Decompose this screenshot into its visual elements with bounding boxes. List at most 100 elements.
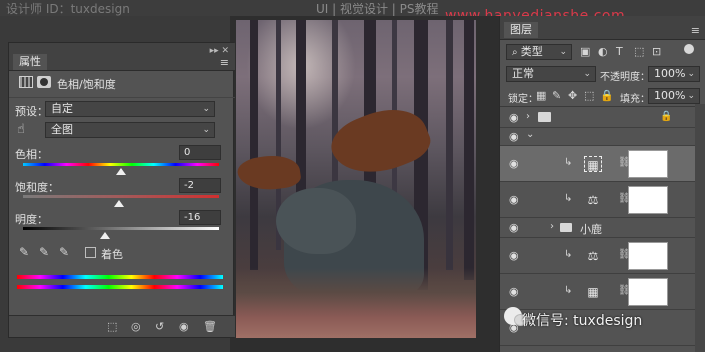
eye-icon[interactable]: ◉ — [509, 249, 519, 262]
eye-icon[interactable]: ◉ — [509, 111, 519, 124]
mask-icon — [37, 76, 51, 88]
lock-icon: 🔒 — [660, 111, 673, 122]
filter-type-icon[interactable]: T — [616, 45, 623, 58]
chevron-down-icon: ⌄ — [559, 47, 567, 57]
layer-row[interactable]: ◉ › 🔒 — [500, 108, 705, 128]
lock-brush-icon[interactable]: ✎ — [552, 89, 561, 102]
panel-menu-icon[interactable]: ≡ — [220, 56, 229, 69]
filter-pixel-icon[interactable]: ▣ — [580, 45, 590, 58]
opacity-label: 不透明度： — [600, 72, 650, 83]
chevron-right-icon[interactable]: › — [526, 111, 530, 122]
layer-filter-dropdown[interactable]: ⌕ 类型 ⌄ — [506, 44, 572, 60]
eye-icon[interactable]: ◉ — [509, 193, 519, 206]
fill-label: 填充： — [620, 94, 650, 105]
lightness-slider-track[interactable] — [23, 227, 219, 230]
eyedropper-plus-icon[interactable]: ✎ — [39, 245, 49, 259]
hue-slider-thumb[interactable] — [116, 168, 126, 175]
tree-trunk — [464, 20, 474, 280]
fill-field[interactable]: 100% ⌄ — [648, 88, 700, 104]
layer-row[interactable]: ◉ ⌄ — [500, 128, 705, 146]
designer-id-watermark: 设计师 ID：tuxdesign — [6, 2, 130, 16]
chevron-right-icon[interactable]: › — [550, 221, 554, 232]
properties-bottom-bar: ⬚ ◎ ↺ ◉ 🗑 — [9, 315, 235, 337]
opacity-value: 100% — [654, 67, 686, 80]
colorize-checkbox[interactable] — [85, 247, 96, 258]
eye-icon[interactable]: ◉ — [509, 285, 519, 298]
view-previous-icon[interactable]: ◎ — [131, 320, 141, 333]
lock-all-icon[interactable]: 🔒 — [600, 89, 614, 102]
filter-toggle-icon[interactable] — [684, 44, 694, 54]
eyedropper-minus-icon[interactable]: ✎ — [59, 245, 69, 259]
blend-mode-dropdown[interactable]: 正常 ⌄ — [506, 66, 596, 82]
filter-adjustment-icon[interactable]: ◐ — [598, 45, 608, 58]
layer-row-hue-saturation-2[interactable]: ◉ ↳ ▦ ⛓ — [500, 274, 705, 310]
visibility-icon[interactable]: ◉ — [179, 320, 189, 333]
lock-artboard-icon[interactable]: ⬚ — [584, 89, 594, 102]
folder-icon — [538, 112, 551, 122]
layer-row-color-balance-2[interactable]: ◉ ↳ ⚖ ⛓ — [500, 238, 705, 274]
layers-scrollbar[interactable] — [695, 104, 705, 352]
eye-icon[interactable]: ◉ — [509, 221, 519, 234]
lock-transparent-icon[interactable]: ▦ — [536, 89, 546, 102]
eye-icon[interactable]: ◉ — [509, 130, 519, 143]
tree-trunk — [250, 20, 258, 270]
group-name: 小鹿 — [580, 223, 602, 236]
saturation-slider-track[interactable] — [23, 195, 219, 198]
eye-icon[interactable]: ◉ — [509, 157, 519, 170]
chevron-down-icon: ⌄ — [687, 91, 695, 101]
clip-to-layer-icon[interactable]: ⬚ — [107, 320, 117, 333]
layer-row-group[interactable]: ◉ › 小鹿 — [500, 218, 705, 238]
chevron-down-icon: ⌄ — [202, 104, 210, 114]
delete-icon[interactable]: 🗑 — [203, 320, 217, 333]
mask-thumbnail[interactable] — [628, 278, 668, 306]
hue-saturation-icon: ▦ — [584, 156, 602, 172]
reset-icon[interactable]: ↺ — [155, 320, 164, 333]
lock-move-icon[interactable]: ✥ — [568, 89, 577, 102]
forest-floor — [236, 268, 476, 338]
opacity-field[interactable]: 100% ⌄ — [648, 66, 700, 82]
lightness-input[interactable]: -16 — [179, 210, 221, 225]
layers-panel: 图层 ≡ ⌕ 类型 ⌄ ▣ ◐ T ⬚ ⊡ 正常 ⌄ 不透明度： 100% ⌄ … — [499, 16, 705, 352]
layers-panel-header: 图层 ≡ — [500, 16, 705, 40]
hand-target-icon[interactable]: ☝ — [17, 122, 25, 137]
preset-dropdown[interactable]: 自定 ⌄ — [45, 101, 215, 117]
filter-shape-icon[interactable]: ⬚ — [634, 45, 644, 58]
layer-row-hue-saturation[interactable]: ◉ ↳ ▦ ⛓ — [500, 146, 705, 182]
hue-slider-track[interactable] — [23, 163, 219, 166]
adjustment-title-row: 色相/饱和度 — [9, 73, 235, 95]
properties-panel: ▸▸ ✕ 属性 ≡ 色相/饱和度 预设： 自定 ⌄ ☝ 全图 ⌄ 色相： 0 饱… — [8, 42, 235, 338]
lightness-label: 明度： — [15, 213, 48, 226]
preset-value: 自定 — [51, 102, 73, 115]
folder-icon — [560, 223, 572, 232]
mask-thumbnail[interactable] — [628, 186, 668, 214]
filter-smart-icon[interactable]: ⊡ — [652, 45, 661, 58]
tree-trunk — [446, 20, 453, 270]
divider — [9, 97, 235, 98]
mask-thumbnail[interactable] — [628, 150, 668, 178]
document-canvas[interactable] — [236, 20, 476, 338]
adjustment-title: 色相/饱和度 — [57, 78, 116, 91]
moose-head — [276, 188, 356, 254]
hue-input[interactable]: 0 — [179, 145, 221, 160]
collapse-icon[interactable]: ▸▸ ✕ — [210, 46, 229, 56]
clip-arrow-icon: ↳ — [564, 285, 573, 296]
chevron-down-icon: ⌄ — [687, 69, 695, 79]
eyedropper-icon[interactable]: ✎ — [19, 245, 29, 259]
hue-label: 色相： — [15, 148, 48, 161]
tab-properties[interactable]: 属性 — [13, 54, 47, 70]
saturation-input[interactable]: -2 — [179, 178, 221, 193]
channel-dropdown[interactable]: 全图 ⌄ — [45, 122, 215, 138]
chevron-down-icon[interactable]: ⌄ — [526, 129, 534, 140]
tab-layers[interactable]: 图层 — [504, 22, 538, 38]
layer-row-color-balance[interactable]: ◉ ↳ ⚖ ⛓ — [500, 182, 705, 218]
layer-filter-value: 类型 — [520, 45, 543, 58]
balance-scale-icon: ⚖ — [587, 249, 599, 263]
mask-thumbnail[interactable] — [628, 242, 668, 270]
saturation-slider-thumb[interactable] — [114, 200, 125, 207]
lightness-slider-thumb[interactable] — [100, 232, 111, 239]
channel-value: 全图 — [51, 123, 73, 136]
chevron-down-icon: ⌄ — [202, 125, 210, 135]
panel-menu-icon[interactable]: ≡ — [691, 24, 700, 37]
colorize-label: 着色 — [101, 248, 123, 261]
clip-arrow-icon: ↳ — [564, 157, 573, 168]
